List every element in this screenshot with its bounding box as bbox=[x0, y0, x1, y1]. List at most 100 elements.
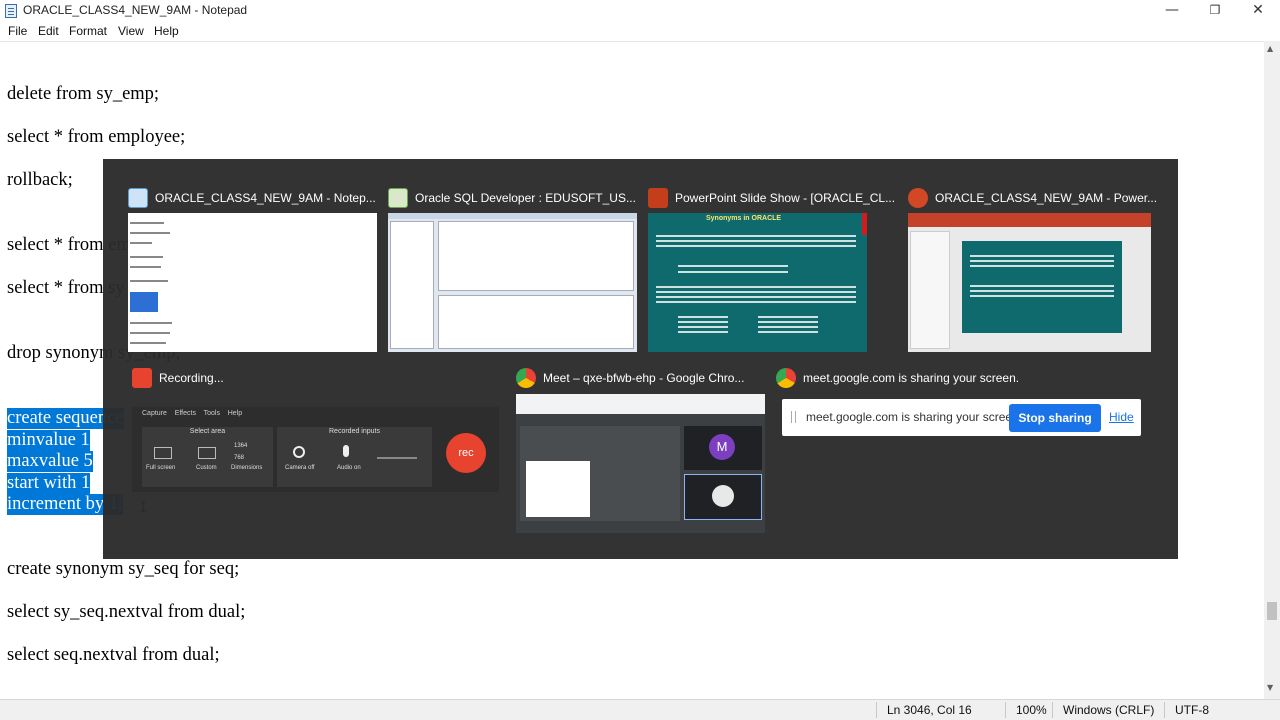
select-area-panel: Select area Full screen Custom 1364 768 … bbox=[142, 427, 273, 487]
editor-line: rollback; bbox=[7, 170, 73, 190]
shared-dialog bbox=[526, 461, 590, 517]
browser-chrome bbox=[516, 394, 765, 414]
task-tile-slideshow[interactable]: PowerPoint Slide Show - [ORACLE_CL... bbox=[648, 187, 898, 211]
audio-label: Audio on bbox=[337, 465, 361, 471]
powerpoint-icon bbox=[648, 188, 668, 208]
volume-slider bbox=[377, 457, 417, 459]
slide-text bbox=[656, 235, 856, 237]
task-switcher: ORACLE_CLASS4_NEW_9AM - Notep... Oracle … bbox=[103, 159, 1178, 559]
text-line bbox=[130, 222, 164, 224]
task-tile-meet[interactable]: Meet – qxe-bfwb-ehp - Google Chro... bbox=[516, 367, 768, 391]
status-divider bbox=[1164, 702, 1165, 718]
drag-handle-icon[interactable] bbox=[791, 411, 796, 423]
minimize-button[interactable]: — bbox=[1150, 0, 1194, 22]
zoom-level: 100% bbox=[1016, 703, 1047, 717]
hide-link[interactable]: Hide bbox=[1109, 410, 1134, 424]
notepad-icon bbox=[5, 4, 17, 18]
menu-format[interactable]: Format bbox=[69, 24, 107, 38]
camera-icon bbox=[293, 446, 305, 458]
menu-view[interactable]: View bbox=[118, 24, 144, 38]
full-screen-icon bbox=[154, 447, 172, 459]
menu-edit[interactable]: Edit bbox=[38, 24, 59, 38]
task-tile-notepad[interactable]: ORACLE_CLASS4_NEW_9AM - Notep... bbox=[128, 187, 378, 211]
camera-label: Camera off bbox=[285, 465, 315, 471]
recorder-menu-help: Help bbox=[227, 410, 243, 417]
sharing-notice-bar: meet.google.com is sharing your screen. … bbox=[782, 399, 1141, 436]
text-line bbox=[130, 242, 152, 244]
meet-thumbnail[interactable]: M bbox=[516, 394, 765, 533]
scroll-down-icon[interactable]: ▼ bbox=[1267, 683, 1273, 692]
editor-line-selected: maxvalue 5 bbox=[7, 451, 93, 472]
connections-panel bbox=[390, 221, 434, 349]
full-screen-label: Full screen bbox=[146, 465, 176, 471]
editor-line: create synonym sy_seq for seq; bbox=[7, 559, 240, 579]
task-tile-recording[interactable]: Recording... bbox=[132, 367, 382, 391]
task-tile-sql-developer[interactable]: Oracle SQL Developer : EDUSOFT_US... bbox=[388, 187, 638, 211]
slide-canvas bbox=[962, 241, 1122, 333]
editor-line: select sy_seq.nextval from dual; bbox=[7, 602, 246, 622]
chrome-icon bbox=[516, 368, 536, 388]
status-divider bbox=[1005, 702, 1006, 718]
ribbon bbox=[908, 213, 1151, 227]
slide-text bbox=[678, 265, 788, 267]
stop-sharing-button[interactable]: Stop sharing bbox=[1009, 404, 1101, 432]
sharing-notice-text: meet.google.com is sharing your screen. bbox=[806, 410, 1023, 424]
task-tile-label: Recording... bbox=[159, 371, 224, 385]
slide-panel bbox=[910, 231, 950, 349]
self-avatar bbox=[712, 485, 734, 507]
text-line bbox=[130, 266, 161, 268]
scroll-thumb[interactable] bbox=[1267, 602, 1277, 620]
text-line bbox=[130, 280, 168, 282]
custom-area-icon bbox=[198, 447, 216, 459]
scroll-up-icon[interactable]: ▲ bbox=[1267, 44, 1273, 53]
task-tile-label: meet.google.com is sharing your screen. bbox=[803, 371, 1020, 385]
worksheet-panel bbox=[438, 221, 634, 291]
menu-bar: File Edit Format View Help bbox=[0, 22, 1280, 41]
record-button: rec bbox=[446, 433, 486, 473]
participant-tile: M bbox=[684, 426, 762, 470]
window-title: ORACLE_CLASS4_NEW_9AM - Notepad bbox=[23, 3, 248, 17]
recorder-menu-capture: Capture bbox=[142, 410, 167, 417]
vertical-scrollbar[interactable]: ▲ ▼ bbox=[1264, 41, 1280, 699]
recorded-inputs-label: Recorded inputs bbox=[329, 428, 380, 435]
recorder-menu: Capture Effects Tools Help bbox=[142, 410, 242, 417]
slideshow-thumbnail[interactable]: Synonyms in ORACLE bbox=[648, 213, 867, 352]
status-divider bbox=[876, 702, 877, 718]
text-line bbox=[130, 322, 172, 324]
notepad-icon bbox=[128, 188, 148, 208]
recorder-menu-tools: Tools bbox=[203, 410, 220, 417]
status-bar: Ln 3046, Col 16 100% Windows (CRLF) UTF-… bbox=[0, 699, 1280, 720]
editor-line-selected: start with 1 bbox=[7, 473, 91, 494]
title-bar: ORACLE_CLASS4_NEW_9AM - Notepad — ❐ ✕ bbox=[0, 0, 1280, 22]
slide-title: Synonyms in ORACLE bbox=[706, 215, 782, 222]
task-tile-label: Meet – qxe-bfwb-ehp - Google Chro... bbox=[543, 371, 745, 385]
sql-developer-icon bbox=[388, 188, 408, 208]
chrome-icon bbox=[776, 368, 796, 388]
toolbar-strip bbox=[388, 213, 637, 219]
editor-line-selected: minvalue 1 bbox=[7, 430, 90, 451]
task-tile-label: PowerPoint Slide Show - [ORACLE_CL... bbox=[675, 191, 896, 205]
notepad-thumbnail[interactable] bbox=[128, 213, 377, 352]
height-value: 768 bbox=[234, 455, 245, 461]
menu-file[interactable]: File bbox=[8, 24, 27, 38]
powerpoint-thumbnail[interactable] bbox=[908, 213, 1151, 352]
maximize-button[interactable]: ❐ bbox=[1193, 0, 1237, 22]
task-tile-label: Oracle SQL Developer : EDUSOFT_US... bbox=[415, 191, 636, 205]
encoding: UTF-8 bbox=[1175, 703, 1209, 717]
shared-screen-tile bbox=[520, 426, 680, 521]
task-tile-powerpoint[interactable]: ORACLE_CLASS4_NEW_9AM - Power... bbox=[908, 187, 1158, 211]
sql-developer-thumbnail[interactable] bbox=[388, 213, 637, 352]
slide-text bbox=[970, 255, 1114, 257]
slide-list bbox=[678, 316, 728, 318]
self-view-tile bbox=[684, 474, 762, 520]
participant-avatar: M bbox=[709, 434, 735, 460]
task-tile-sharing[interactable]: meet.google.com is sharing your screen. bbox=[776, 367, 1061, 391]
selected-text bbox=[130, 292, 158, 312]
task-tile-label: ORACLE_CLASS4_NEW_9AM - Power... bbox=[935, 191, 1158, 205]
close-button[interactable]: ✕ bbox=[1236, 0, 1280, 22]
width-value: 1364 bbox=[234, 443, 248, 449]
recorder-thumbnail[interactable]: Capture Effects Tools Help Select area F… bbox=[132, 407, 499, 492]
menu-help[interactable]: Help bbox=[154, 24, 179, 38]
slide-list bbox=[758, 316, 818, 318]
text-line bbox=[130, 256, 163, 258]
